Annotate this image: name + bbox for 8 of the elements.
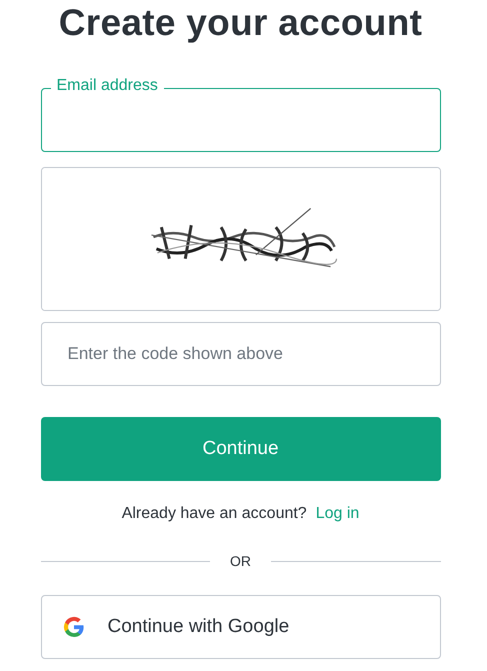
- divider-label: OR: [230, 553, 251, 569]
- continue-button[interactable]: Continue: [40, 417, 440, 481]
- google-button[interactable]: Continue with Google: [40, 595, 440, 659]
- page-title: Create your account: [58, 2, 424, 44]
- google-logo-icon: [62, 615, 86, 639]
- code-field[interactable]: Enter the code shown above: [40, 322, 440, 386]
- login-link[interactable]: Log in: [316, 505, 360, 523]
- login-prompt: Already have an account?: [122, 505, 307, 523]
